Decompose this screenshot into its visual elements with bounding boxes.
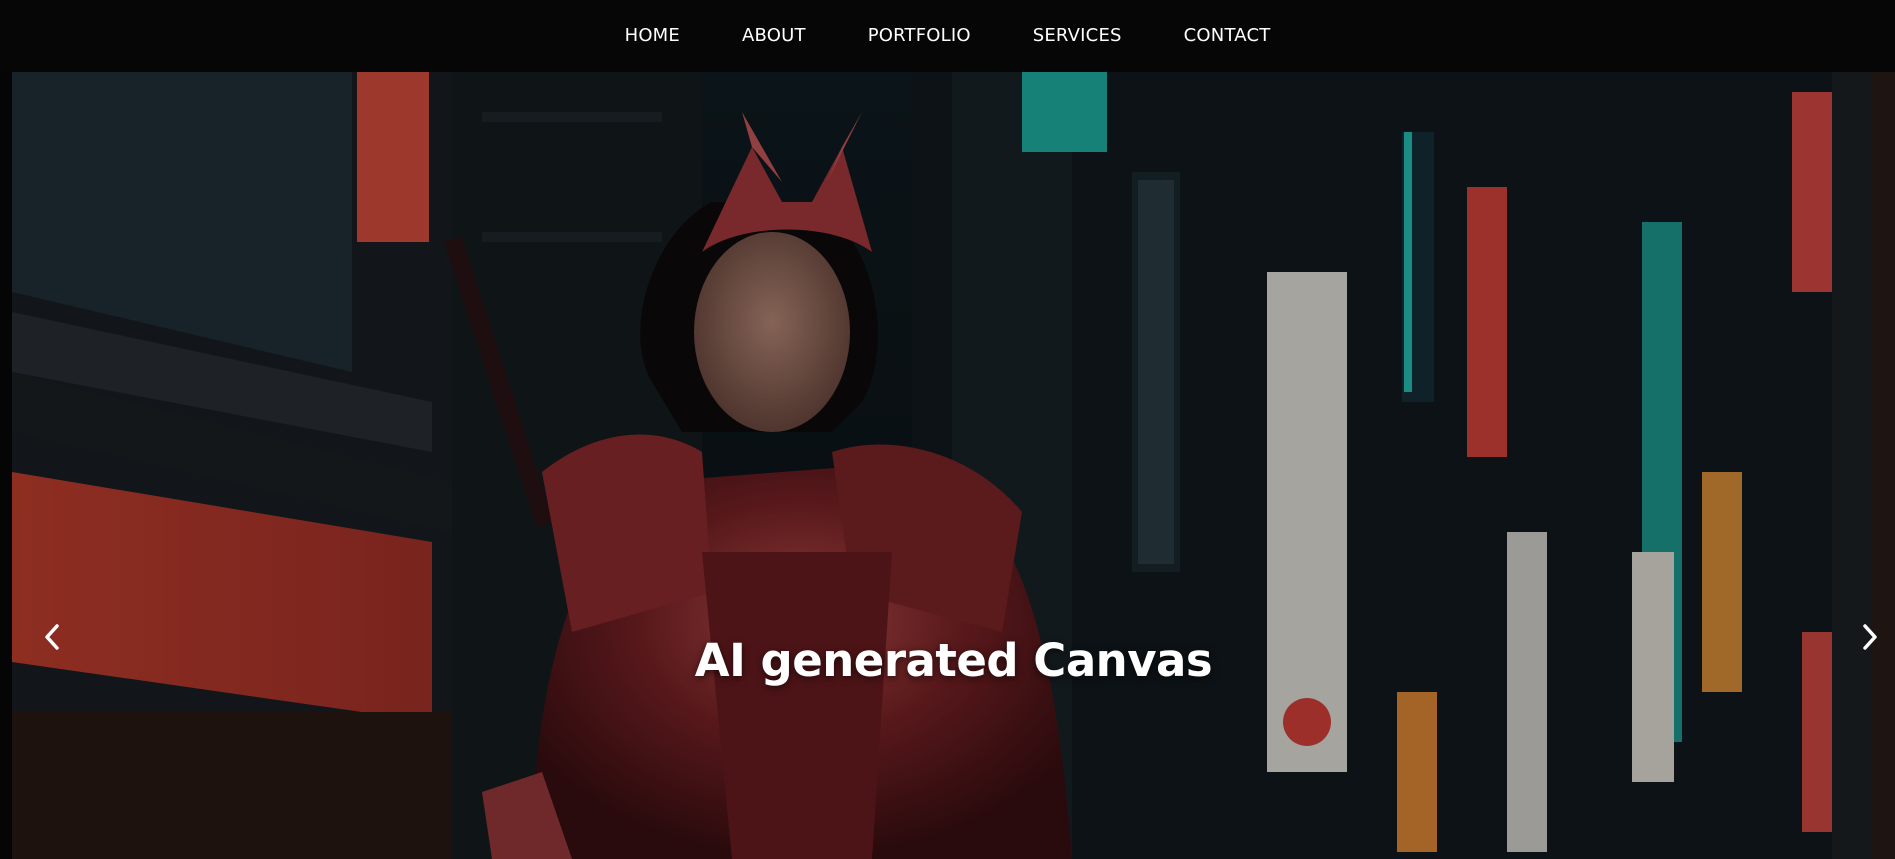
- hero-dim-overlay: [12, 72, 1895, 859]
- nav-item-portfolio[interactable]: PORTFOLIO: [868, 27, 971, 45]
- main-nav: HOME ABOUT PORTFOLIO SERVICES CONTACT: [0, 0, 1895, 72]
- hero-slider: AI generated Canvas: [12, 72, 1895, 859]
- hero-caption: AI generated Canvas: [12, 634, 1895, 687]
- hero-title: AI generated Canvas: [694, 634, 1213, 687]
- slider-prev-button[interactable]: [32, 617, 72, 657]
- chevron-left-icon: [45, 624, 59, 650]
- slider-next-button[interactable]: [1850, 617, 1890, 657]
- nav-item-contact[interactable]: CONTACT: [1184, 27, 1271, 45]
- nav-item-home[interactable]: HOME: [625, 27, 680, 45]
- chevron-right-icon: [1863, 624, 1877, 650]
- nav-item-about[interactable]: ABOUT: [742, 27, 806, 45]
- nav-item-services[interactable]: SERVICES: [1033, 27, 1122, 45]
- top-navigation-bar: HOME ABOUT PORTFOLIO SERVICES CONTACT: [0, 0, 1895, 72]
